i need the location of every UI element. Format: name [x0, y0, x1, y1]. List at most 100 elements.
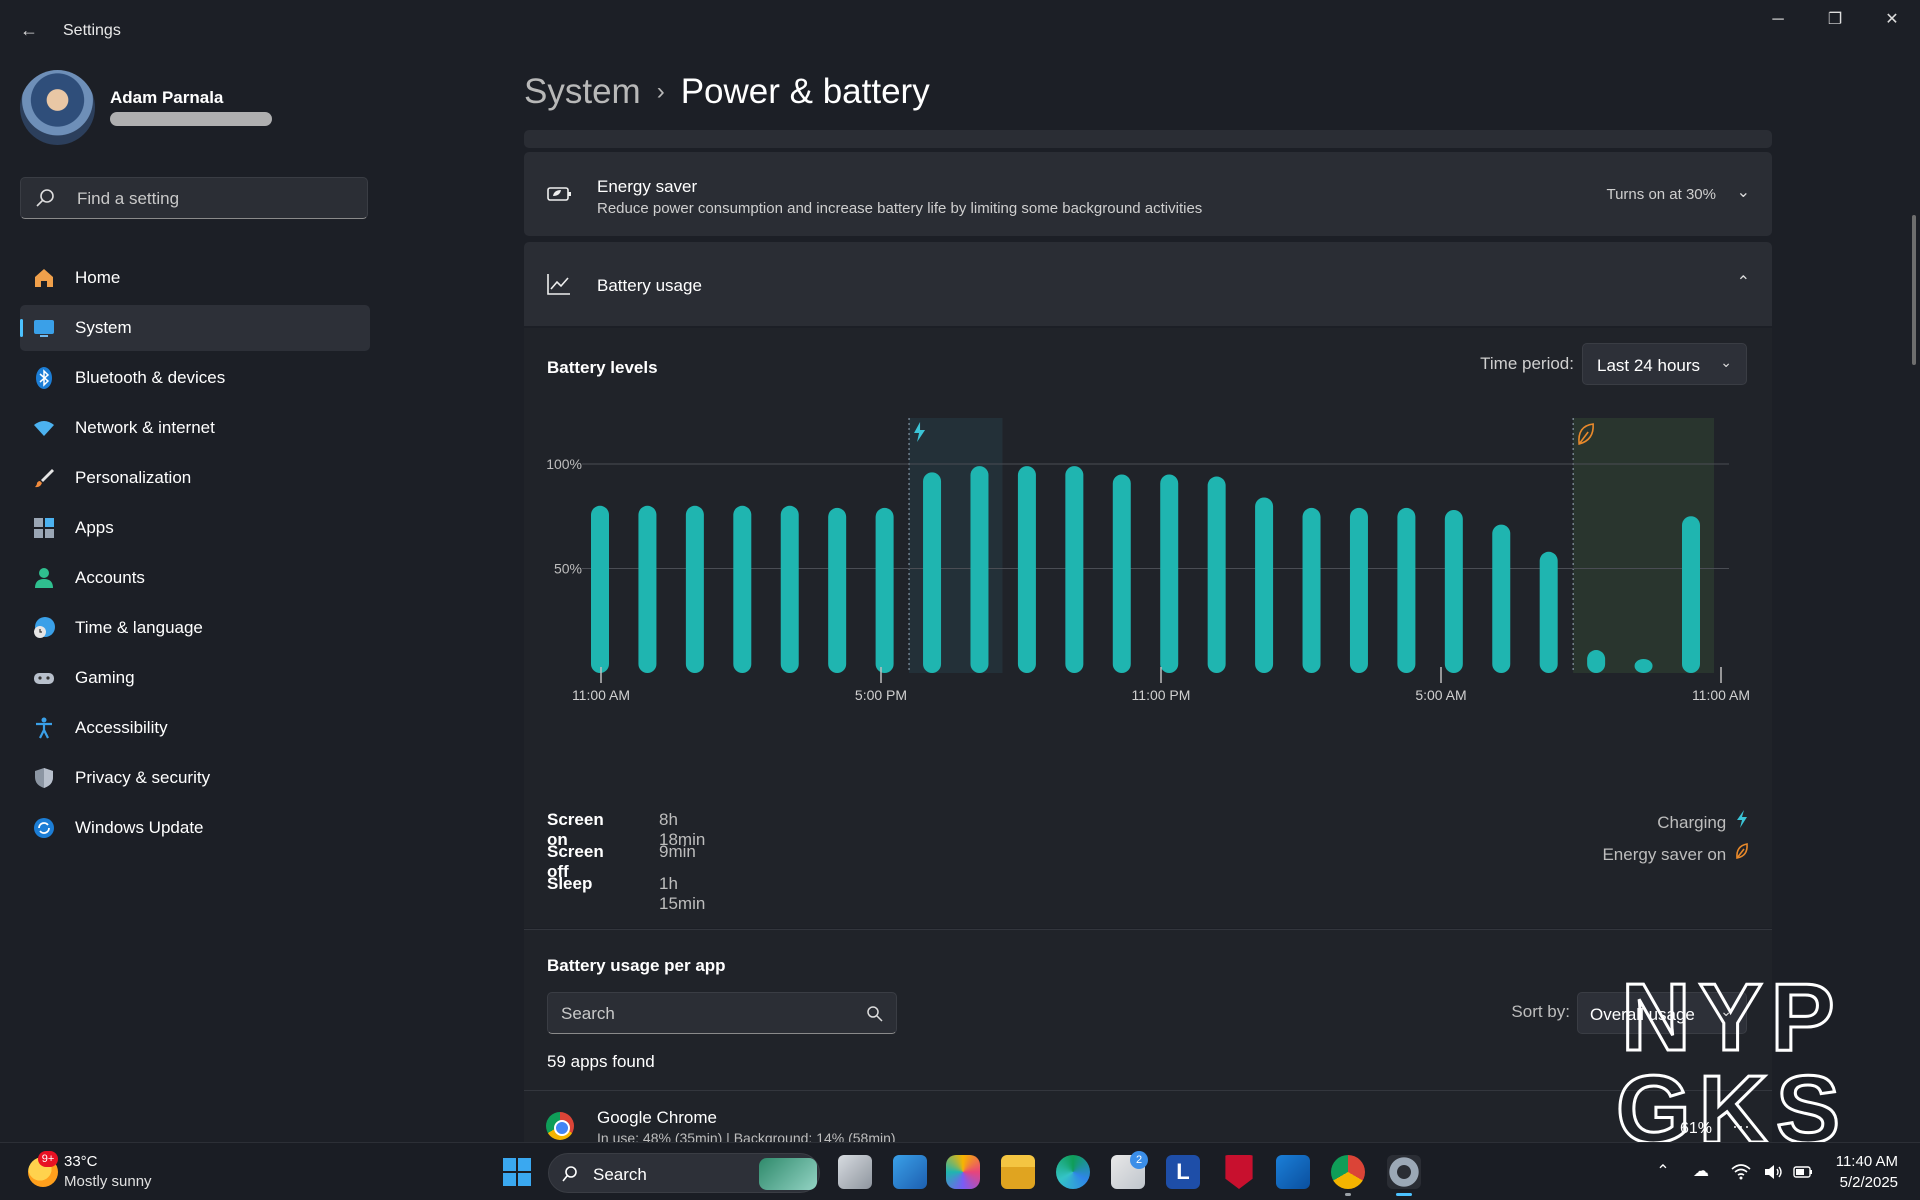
battery-bar	[780, 505, 799, 673]
paintbrush-icon	[35, 469, 54, 488]
l-app-icon[interactable]: L	[1166, 1155, 1200, 1189]
battery-bar	[970, 466, 989, 673]
sidebar-item-home[interactable]: Home	[20, 255, 370, 301]
chrome-icon[interactable]	[1331, 1155, 1365, 1196]
battery-bar	[1587, 650, 1606, 673]
y-tick-label: 50%	[554, 561, 582, 577]
battery-bar	[1492, 524, 1511, 673]
file-explorer-icon[interactable]	[1001, 1155, 1035, 1189]
clock-date[interactable]: 5/2/2025	[1840, 1174, 1898, 1191]
search-icon	[562, 1166, 577, 1182]
sidebar-item-gaming[interactable]: Gaming	[20, 655, 370, 701]
sidebar-item-privacy[interactable]: Privacy & security	[20, 755, 370, 801]
time-period-dropdown[interactable]: Last 24 hours ⌄	[1582, 343, 1747, 385]
photo-editor-icon[interactable]	[893, 1155, 927, 1189]
account-icon	[35, 568, 53, 588]
sidebar-item-accessibility[interactable]: Accessibility	[20, 705, 370, 751]
volume-icon[interactable]	[1762, 1161, 1784, 1183]
settings-gear-icon[interactable]	[1387, 1155, 1421, 1196]
find-setting-placeholder: Find a setting	[77, 189, 180, 208]
watermark-logo: NYP GKS	[1614, 970, 1841, 1150]
battery-bar	[1349, 507, 1368, 673]
app-search-input[interactable]: Search	[547, 992, 897, 1034]
time-period-value: Last 24 hours	[1597, 356, 1701, 375]
mcafee-icon[interactable]	[1225, 1155, 1253, 1189]
user-profile[interactable]: Adam Parnala	[20, 70, 370, 145]
battery-bar	[1397, 507, 1416, 673]
sidebar-item-windows-update[interactable]: Windows Update	[20, 805, 370, 851]
battery-bar	[1017, 466, 1036, 673]
taskbar-search[interactable]: Search	[548, 1153, 820, 1193]
battery-bar	[1302, 507, 1321, 673]
battery-bar	[1255, 497, 1274, 673]
chevron-down-icon[interactable]: ⌄	[1737, 182, 1750, 202]
chrome-icon	[546, 1112, 574, 1140]
sidebar-item-system[interactable]: System	[20, 305, 370, 351]
sidebar-item-label: Accounts	[75, 568, 145, 587]
close-icon[interactable]: ✕	[1872, 8, 1912, 32]
windows-start-icon[interactable]	[502, 1157, 532, 1187]
battery-bar	[733, 505, 752, 673]
minimize-icon[interactable]: ─	[1758, 8, 1798, 32]
find-setting-input[interactable]: Find a setting	[20, 177, 368, 219]
previous-setting-card	[524, 130, 1772, 148]
breadcrumb-system[interactable]: System	[524, 72, 641, 111]
charging-bolt-icon	[1737, 810, 1747, 828]
energy-saver-title: Energy saver	[597, 177, 698, 196]
wifi-icon[interactable]	[1730, 1161, 1752, 1183]
search-icon	[36, 189, 54, 207]
sidebar-item-accounts[interactable]: Accounts	[20, 555, 370, 601]
copilot-icon[interactable]	[946, 1155, 980, 1189]
sidebar-item-label: Accessibility	[75, 718, 168, 737]
page-title: Power & battery	[680, 72, 930, 111]
chevron-up-icon[interactable]: ⌃	[1737, 272, 1750, 292]
back-arrow-icon[interactable]: ←	[20, 20, 40, 40]
outlook-icon[interactable]	[1276, 1155, 1310, 1189]
chart-legend: Charging Energy saver on	[1602, 810, 1749, 874]
energy-saver-card[interactable]: Energy saver Reduce power consumption an…	[524, 152, 1772, 236]
clock-time[interactable]: 11:40 AM	[1836, 1153, 1898, 1170]
app-search-placeholder: Search	[561, 1004, 615, 1023]
battery-usage-header[interactable]: Battery usage ⌃	[524, 242, 1772, 326]
accessibility-icon	[36, 717, 52, 739]
x-tick-label: 11:00 AM	[572, 687, 630, 703]
battery-bar	[1160, 474, 1179, 673]
edge-browser-icon[interactable]	[1056, 1155, 1090, 1189]
battery-bar	[638, 505, 657, 673]
app-title: Settings	[63, 22, 121, 39]
time-period-label: Time period:	[1480, 354, 1574, 373]
chevron-down-icon: ⌄	[1720, 354, 1732, 370]
battery-bar	[591, 505, 609, 673]
restore-icon[interactable]: ❐	[1815, 8, 1855, 32]
taskbar: 9+ 33°C Mostly sunny Search 2 L ⌃ ☁ 11:4…	[0, 1142, 1920, 1200]
battery-levels-chart: 100% 50% 11:00 AM 5:00 PM 11:00 PM 5:00 AM 11:…	[546, 418, 1750, 703]
battery-charging-icon[interactable]	[1792, 1161, 1814, 1183]
user-name: Adam Parnala	[110, 88, 224, 107]
scrollbar-thumb[interactable]	[1912, 215, 1916, 365]
weather-temperature[interactable]: 33°C	[64, 1153, 98, 1170]
wifi-icon	[34, 421, 54, 436]
globe-clock-icon	[34, 617, 55, 638]
sidebar-item-bluetooth[interactable]: Bluetooth & devices	[20, 355, 370, 401]
weather-badge: 9+	[38, 1151, 58, 1167]
battery-bar	[828, 507, 847, 673]
sidebar-item-time-language[interactable]: Time & language	[20, 605, 370, 651]
sidebar-item-label: Windows Update	[75, 818, 204, 837]
stat-value: 1h 15min	[659, 874, 706, 913]
taskbar-search-label: Search	[593, 1165, 647, 1184]
sidebar-item-apps[interactable]: Apps	[20, 505, 370, 551]
breadcrumb: System › Power & battery	[524, 72, 930, 112]
x-tick-label: 5:00 AM	[1415, 687, 1466, 703]
avatar	[20, 70, 95, 145]
battery-bar	[875, 507, 894, 673]
task-view-icon[interactable]	[838, 1155, 872, 1189]
sidebar-item-network[interactable]: Network & internet	[20, 405, 370, 451]
redacted-email	[110, 112, 272, 126]
update-icon	[34, 818, 54, 838]
sidebar-item-label: Home	[75, 268, 121, 287]
x-tick-label: 5:00 PM	[855, 687, 907, 703]
onedrive-cloud-icon[interactable]: ☁	[1690, 1161, 1712, 1183]
sidebar-item-personalization[interactable]: Personalization	[20, 455, 370, 501]
show-hidden-icons-chevron-icon[interactable]: ⌃	[1652, 1161, 1674, 1183]
weather-condition[interactable]: Mostly sunny	[64, 1173, 152, 1190]
